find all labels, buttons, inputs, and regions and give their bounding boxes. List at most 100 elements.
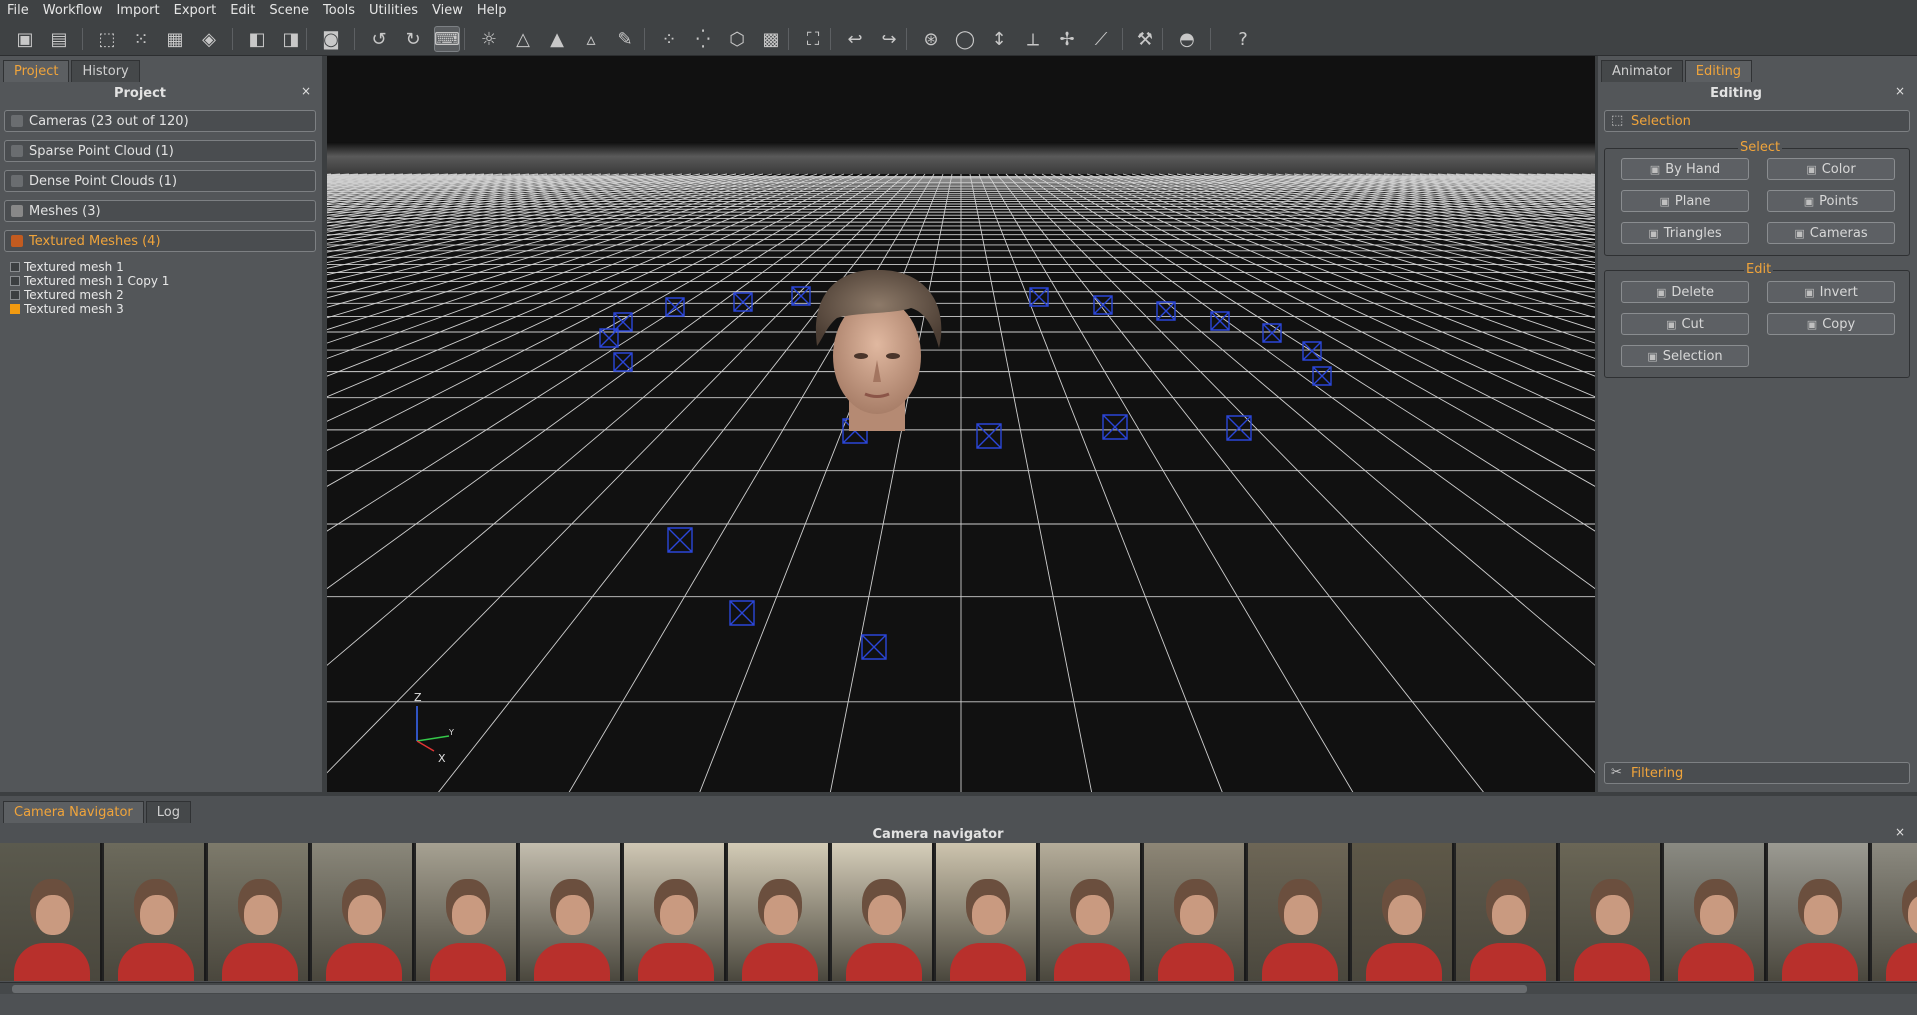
points-button[interactable]: ▣ Points: [1767, 190, 1895, 212]
points-icon[interactable]: ⁘: [656, 26, 682, 52]
tree-item[interactable]: Textured mesh 1 Copy 1: [10, 274, 169, 288]
visibility-checkbox[interactable]: [10, 290, 20, 300]
camera-thumbnail-strip[interactable]: [0, 843, 1917, 981]
mesh-view-icon[interactable]: ◈: [196, 26, 222, 52]
cut-button[interactable]: ▣ Cut: [1621, 313, 1749, 335]
camera-thumbnail[interactable]: [624, 843, 726, 981]
help-icon[interactable]: ?: [1230, 26, 1256, 52]
selection-button[interactable]: ▣ Selection: [1621, 345, 1749, 367]
tree-item[interactable]: Textured mesh 3: [10, 302, 124, 316]
redo-icon[interactable]: ↪: [876, 26, 902, 52]
tab-log[interactable]: Log: [145, 801, 191, 823]
camera-thumbnail[interactable]: [1144, 843, 1246, 981]
ruler-icon[interactable]: ⟋: [1088, 26, 1114, 52]
camera-thumbnail[interactable]: [1560, 843, 1662, 981]
group-textured-mesh[interactable]: Textured Meshes (4): [4, 230, 316, 252]
point-cloud-icon[interactable]: ⁛: [690, 26, 716, 52]
camera-frustum[interactable]: [665, 297, 685, 317]
camera-thumbnail[interactable]: [832, 843, 934, 981]
menu-help[interactable]: Help: [470, 3, 514, 18]
camera-thumbnail[interactable]: [208, 843, 310, 981]
cameras-button[interactable]: ▣ Cameras: [1767, 222, 1895, 244]
menu-utilities[interactable]: Utilities: [362, 3, 425, 18]
normals-icon[interactable]: ▲: [544, 26, 570, 52]
tree-item[interactable]: Textured mesh 1: [10, 260, 124, 274]
axis-gizmo-icon[interactable]: ⟂: [1020, 26, 1046, 52]
rotate-icon[interactable]: ◯: [952, 26, 978, 52]
fit-view-icon[interactable]: ⛶: [800, 26, 826, 52]
undo-icon[interactable]: ↩: [842, 26, 868, 52]
tab-animator[interactable]: Animator: [1601, 60, 1683, 82]
camera-thumbnail[interactable]: [1248, 843, 1350, 981]
menu-export[interactable]: Export: [167, 3, 224, 18]
visibility-checkbox[interactable]: [10, 262, 20, 272]
selection-section-header[interactable]: ⬚ Selection: [1604, 110, 1910, 132]
box-icon[interactable]: ⬡: [724, 26, 750, 52]
camera-thumbnail[interactable]: [1456, 843, 1558, 981]
camera-navigator-close-icon[interactable]: ×: [1895, 825, 1905, 839]
camera-thumbnail[interactable]: [416, 843, 518, 981]
camera-icon[interactable]: ◙: [318, 26, 344, 52]
tab-editing[interactable]: Editing: [1684, 60, 1753, 82]
camera-frustum[interactable]: [1226, 415, 1252, 441]
camera-thumbnail[interactable]: [520, 843, 622, 981]
editing-close-icon[interactable]: ×: [1895, 84, 1905, 98]
dense-cloud-view-icon[interactable]: ▦: [162, 26, 188, 52]
group-sparse-cloud[interactable]: Sparse Point Cloud (1): [4, 140, 316, 162]
colored-box-icon[interactable]: ▩: [758, 26, 784, 52]
save-icon[interactable]: ▤: [46, 26, 72, 52]
scene-canvas[interactable]: Z Y X: [327, 56, 1595, 792]
menu-edit[interactable]: Edit: [223, 3, 262, 18]
filtering-section-header[interactable]: ✂ Filtering: [1604, 762, 1910, 784]
camera-frustum[interactable]: [733, 292, 753, 312]
move-vertical-icon[interactable]: ↕: [986, 26, 1012, 52]
textured-cube-icon[interactable]: ◨: [278, 26, 304, 52]
by-hand-button[interactable]: ▣ By Hand: [1621, 158, 1749, 180]
camera-frustum[interactable]: [729, 600, 755, 626]
tab-history[interactable]: History: [71, 60, 140, 82]
camera-frustum[interactable]: [1102, 414, 1128, 440]
camera-thumbnail[interactable]: [1872, 843, 1917, 981]
menu-import[interactable]: Import: [109, 3, 166, 18]
camera-thumbnail[interactable]: [1664, 843, 1766, 981]
project-close-icon[interactable]: ×: [301, 84, 311, 98]
wireframe-cube-icon[interactable]: ◧: [244, 26, 270, 52]
light-bulb-icon[interactable]: ☼: [476, 26, 502, 52]
camera-thumbnail[interactable]: [1040, 843, 1142, 981]
tree-item[interactable]: Textured mesh 2: [10, 288, 124, 302]
camera-thumbnail[interactable]: [312, 843, 414, 981]
copy-button[interactable]: ▣ Copy: [1767, 313, 1895, 335]
menu-tools[interactable]: Tools: [316, 3, 362, 18]
group-dense-cloud[interactable]: Dense Point Clouds (1): [4, 170, 316, 192]
camera-frustum[interactable]: [976, 423, 1002, 449]
menu-file[interactable]: File: [0, 3, 36, 18]
tools-icon[interactable]: ⚒: [1132, 26, 1158, 52]
invert-button[interactable]: ▣ Invert: [1767, 281, 1895, 303]
camera-frustum[interactable]: [613, 352, 633, 372]
camera-thumbnail[interactable]: [1352, 843, 1454, 981]
camera-frustum[interactable]: [1262, 323, 1282, 343]
delete-button[interactable]: ▣ Delete: [1621, 281, 1749, 303]
sparse-cloud-view-icon[interactable]: ⁙: [128, 26, 154, 52]
camera-frustum[interactable]: [791, 286, 811, 306]
shading-icon[interactable]: ▵: [578, 26, 604, 52]
camera-frustum[interactable]: [667, 527, 693, 553]
thumbnail-scrollbar[interactable]: [0, 982, 1917, 994]
camera-frustum[interactable]: [1093, 295, 1113, 315]
color-button[interactable]: ▣ Color: [1767, 158, 1895, 180]
scrollbar-handle[interactable]: [12, 985, 1527, 993]
new-project-icon[interactable]: ▣: [12, 26, 38, 52]
wasd-icon[interactable]: ⌨: [434, 26, 460, 52]
orbit-icon[interactable]: ⊛: [918, 26, 944, 52]
camera-thumbnail[interactable]: [104, 843, 206, 981]
visibility-checkbox[interactable]: [10, 276, 20, 286]
camera-thumbnail[interactable]: [1768, 843, 1870, 981]
cameras-view-icon[interactable]: ⬚: [94, 26, 120, 52]
rotate-cw-icon[interactable]: ↻: [400, 26, 426, 52]
rotate-ccw-icon[interactable]: ↺: [366, 26, 392, 52]
group-camera-group[interactable]: Cameras (23 out of 120): [4, 110, 316, 132]
tab-project[interactable]: Project: [3, 60, 70, 82]
paint-brush-icon[interactable]: ✎: [612, 26, 638, 52]
menu-view[interactable]: View: [425, 3, 470, 18]
camera-thumbnail[interactable]: [936, 843, 1038, 981]
